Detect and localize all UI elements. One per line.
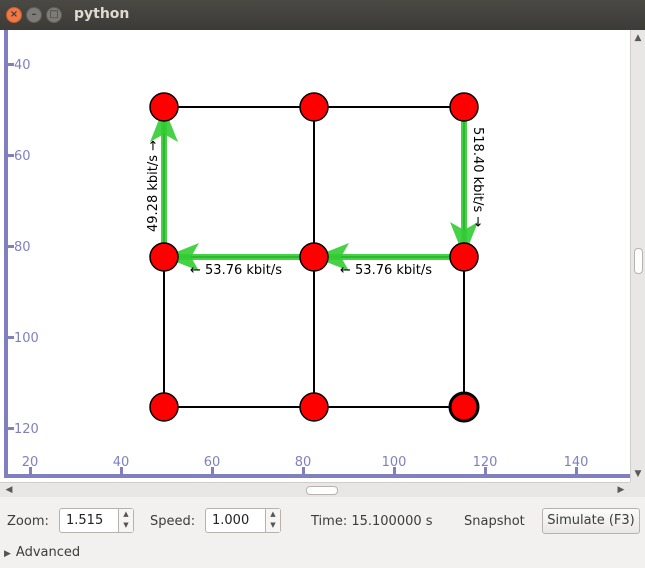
flow-label: ← 53.76 kbit/s <box>190 263 282 278</box>
zoom-spinbox[interactable]: 1.515 ▲ ▼ <box>59 508 134 533</box>
node[interactable] <box>149 242 179 272</box>
y-tick-mark <box>6 427 14 430</box>
x-tick-label: 100 <box>382 455 407 470</box>
node[interactable] <box>299 392 329 422</box>
network-canvas[interactable]: 40 60 80 100 120 20 40 60 80 100 120 140 <box>0 30 630 482</box>
scroll-left-icon[interactable]: ◀ <box>2 484 16 496</box>
expander-arrow-icon[interactable]: ▶ <box>4 549 11 559</box>
y-tick-label: 100 <box>14 331 39 346</box>
node[interactable] <box>299 92 329 122</box>
flow-label: 518.40 kbit/s → <box>470 127 485 227</box>
speed-increment-icon[interactable]: ▲ <box>266 509 280 520</box>
flow-label: 49.28 kbit/s → <box>146 140 161 232</box>
speed-decrement-icon[interactable]: ▼ <box>266 520 280 531</box>
scroll-down-icon[interactable]: ▼ <box>631 468 645 480</box>
node[interactable] <box>149 392 179 422</box>
zoom-stepper[interactable]: ▲ ▼ <box>118 509 133 532</box>
speed-value[interactable]: 1.000 <box>212 513 249 528</box>
horizontal-scrollbar[interactable]: ◀ ▶ <box>0 482 630 497</box>
simulate-button[interactable]: Simulate (F3) <box>542 508 640 534</box>
node[interactable] <box>149 92 179 122</box>
vertical-scroll-thumb[interactable] <box>634 248 643 274</box>
y-tick-mark <box>6 63 14 66</box>
y-tick-label: 80 <box>14 240 31 255</box>
close-window-button[interactable]: × <box>6 7 22 23</box>
y-tick-mark <box>6 336 14 339</box>
scroll-up-icon[interactable]: ▲ <box>631 32 645 44</box>
node[interactable] <box>448 391 480 423</box>
x-tick-label: 20 <box>22 455 39 470</box>
x-tick-label: 60 <box>204 455 221 470</box>
y-tick-label: 60 <box>14 149 31 164</box>
advanced-label[interactable]: Advanced <box>16 545 80 560</box>
minimize-window-button[interactable]: – <box>26 7 42 23</box>
advanced-expander[interactable]: ▶ Advanced <box>4 545 80 560</box>
speed-stepper[interactable]: ▲ ▼ <box>265 509 280 532</box>
x-tick-label: 140 <box>564 455 589 470</box>
y-tick-label: 120 <box>14 422 39 437</box>
zoom-increment-icon[interactable]: ▲ <box>119 509 133 520</box>
node[interactable] <box>449 242 479 272</box>
y-tick-label: 40 <box>14 58 31 73</box>
x-tick-label: 80 <box>295 455 312 470</box>
node[interactable] <box>449 92 479 122</box>
speed-label: Speed: <box>150 514 196 529</box>
zoom-value[interactable]: 1.515 <box>66 513 103 528</box>
title-bar: × – □ python <box>0 0 645 30</box>
network-visualization: 40 60 80 100 120 20 40 60 80 100 120 140 <box>4 30 630 478</box>
zoom-decrement-icon[interactable]: ▼ <box>119 520 133 531</box>
horizontal-scroll-thumb[interactable] <box>306 486 338 495</box>
scrollbar-corner <box>630 482 645 497</box>
time-display: Time: 15.100000 s <box>311 514 433 529</box>
window-title: python <box>74 6 130 22</box>
y-tick-mark <box>6 245 14 248</box>
x-axis-line <box>4 474 630 478</box>
x-tick-label: 40 <box>113 455 130 470</box>
maximize-window-button[interactable]: □ <box>46 7 62 23</box>
x-tick-label: 120 <box>473 455 498 470</box>
snapshot-button[interactable]: Snapshot <box>464 514 525 529</box>
speed-spinbox[interactable]: 1.000 ▲ ▼ <box>205 508 281 533</box>
flow-label: ← 53.76 kbit/s <box>340 263 432 278</box>
vertical-scrollbar[interactable]: ▲ ▼ <box>630 30 645 482</box>
scroll-right-icon[interactable]: ▶ <box>614 484 628 496</box>
y-tick-mark <box>6 154 14 157</box>
zoom-label: Zoom: <box>7 514 49 529</box>
y-axis-line <box>4 30 8 476</box>
node[interactable] <box>299 242 329 272</box>
